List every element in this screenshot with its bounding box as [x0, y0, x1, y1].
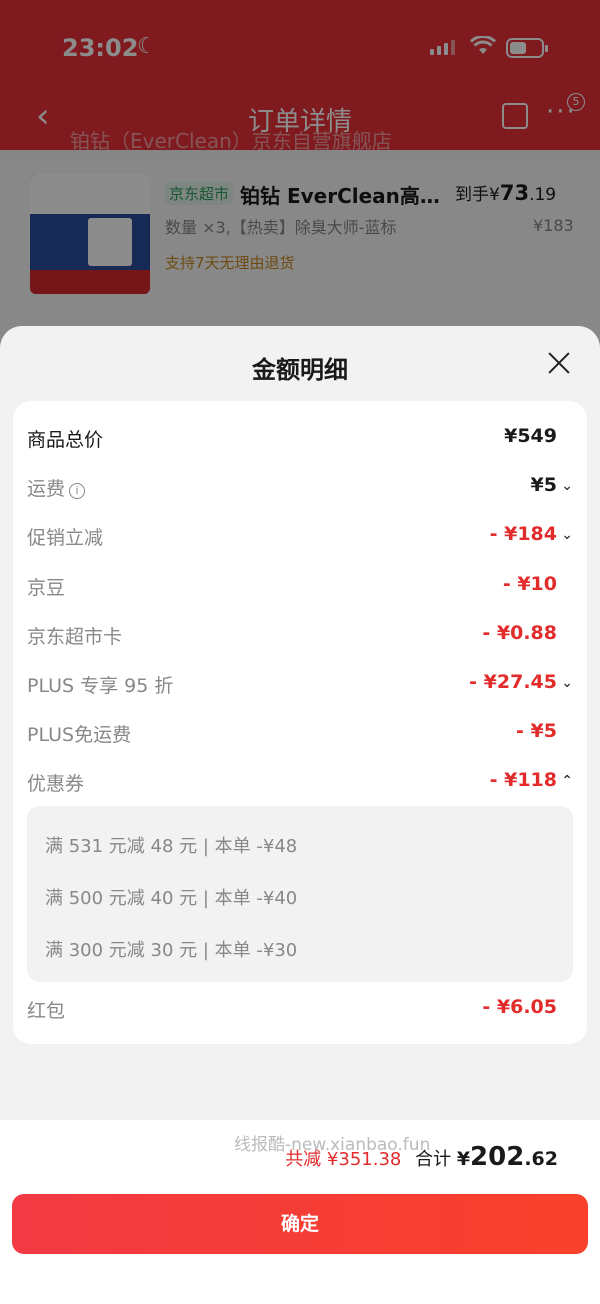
chevron-down-icon[interactable]: ⌄ — [561, 675, 573, 691]
coupon-item: 满 300 元减 30 元 | 本单 -¥30 — [45, 940, 298, 961]
row-coupon[interactable]: 优惠券 - ¥118 ⌃ — [13, 761, 587, 801]
row-value: - ¥6.05 — [482, 996, 557, 1018]
total-currency: ¥ — [456, 1148, 471, 1170]
close-icon[interactable] — [546, 350, 572, 376]
row-label: 红包 — [27, 1000, 66, 1022]
row-goods-total: 商品总价 ¥549 — [13, 417, 587, 457]
row-label: 京东超市卡 — [27, 626, 123, 648]
row-plus-discount[interactable]: PLUS 专享 95 折 - ¥27.45 ⌄ — [13, 663, 587, 703]
row-label: 优惠券 — [27, 773, 85, 795]
total-saved: 共减 ¥351.38 — [285, 1149, 402, 1170]
coupon-item: 满 531 元减 48 元 | 本单 -¥48 — [45, 836, 298, 857]
chevron-down-icon[interactable]: ⌄ — [561, 527, 573, 543]
row-supermarket-card: 京东超市卡 - ¥0.88 — [13, 614, 587, 654]
row-value: ¥5 — [530, 474, 557, 496]
total-summary: 共减 ¥351.38 合计 ¥202.62 — [285, 1142, 558, 1172]
row-label: PLUS 专享 95 折 — [27, 675, 174, 697]
info-icon[interactable]: i — [69, 483, 86, 499]
row-shipping[interactable]: 运费 i ¥5 ⌄ — [13, 466, 587, 506]
row-promo[interactable]: 促销立减 - ¥184 ⌄ — [13, 515, 587, 555]
row-value: - ¥10 — [502, 573, 557, 595]
row-label: 京豆 — [27, 577, 66, 599]
coupon-item: 满 500 元减 40 元 | 本单 -¥40 — [45, 888, 298, 909]
sheet-title: 金额明细 — [252, 356, 348, 384]
row-label: 促销立减 — [27, 527, 104, 549]
row-label: 运费 i — [27, 474, 86, 501]
coupon-details: 满 531 元减 48 元 | 本单 -¥48 满 500 元减 40 元 | … — [27, 806, 573, 982]
chevron-up-icon[interactable]: ⌃ — [561, 773, 573, 789]
amount-card: 商品总价 ¥549 运费 i ¥5 ⌄ 促销立减 - ¥184 ⌄ 京豆 - ¥1… — [13, 401, 587, 1044]
amount-detail-sheet: 金额明细 商品总价 ¥549 运费 i ¥5 ⌄ 促销立减 - ¥184 ⌄ 京豆… — [0, 326, 600, 1304]
row-value: - ¥0.88 — [482, 622, 557, 644]
row-label: 商品总价 — [27, 429, 104, 451]
chevron-down-icon[interactable]: ⌄ — [561, 478, 573, 494]
row-value: - ¥118 — [489, 769, 557, 791]
row-jd-beans: 京豆 - ¥10 — [13, 565, 587, 605]
total-int: 202 — [470, 1142, 525, 1172]
row-value: - ¥5 — [516, 720, 557, 742]
total-label: 合计 — [415, 1149, 452, 1170]
row-value: ¥549 — [504, 425, 557, 447]
confirm-button[interactable]: 确定 — [12, 1194, 588, 1254]
row-value: - ¥27.45 — [469, 671, 557, 693]
row-label: PLUS免运费 — [27, 724, 132, 746]
row-value: - ¥184 — [489, 523, 557, 545]
total-dec: .62 — [524, 1148, 558, 1170]
sheet-footer: 线报酷-new.xianbao.fun 共减 ¥351.38 合计 ¥202.6… — [0, 1120, 600, 1304]
row-plus-free-shipping: PLUS免运费 - ¥5 — [13, 712, 587, 752]
row-red-packet: 红包 - ¥6.05 — [13, 988, 587, 1028]
